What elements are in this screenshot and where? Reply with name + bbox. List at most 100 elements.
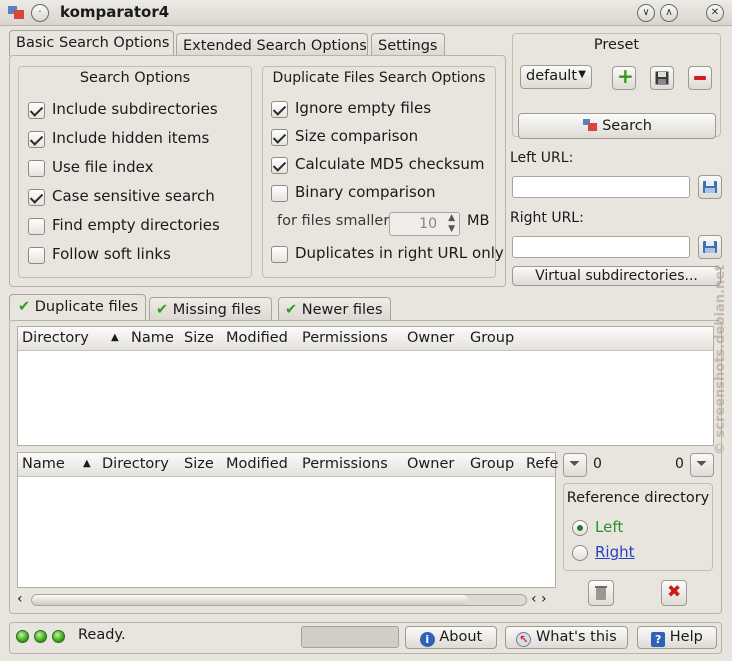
status-led-2 [34, 630, 47, 643]
case-sensitive-label: Case sensitive search [52, 187, 215, 205]
sort-ascending-icon: ▲ [111, 332, 119, 343]
spin-arrows-icon[interactable]: ▲ ▼ [448, 213, 455, 235]
column-header[interactable]: Permissions [302, 330, 388, 346]
dup-right-only-checkbox[interactable] [271, 246, 288, 263]
reference-right-radio[interactable] [572, 545, 588, 561]
files-smaller-label: for files smaller [277, 213, 390, 229]
column-header[interactable]: Size [184, 330, 214, 346]
column-header[interactable]: Size [184, 456, 214, 472]
left-url-input[interactable] [512, 176, 690, 198]
funnel-icon: ⏷ [569, 456, 581, 472]
include-subdirectories-checkbox[interactable] [28, 102, 45, 119]
column-header[interactable]: Group [470, 456, 514, 472]
find-empty-dirs-label: Find empty directories [52, 216, 220, 234]
files-smaller-unit: MB [467, 213, 490, 229]
window-menu-button[interactable]: · [31, 4, 49, 22]
virtual-subdirectories-button[interactable]: Virtual subdirectories... [512, 266, 721, 286]
tab-duplicate-files-label: Duplicate files [34, 299, 139, 315]
left-url-browse-button[interactable] [698, 175, 722, 199]
column-header[interactable]: Owner [407, 456, 454, 472]
save-preset-button[interactable] [650, 66, 674, 90]
trash-icon [595, 586, 607, 600]
reference-left-radio[interactable] [572, 520, 588, 536]
column-header[interactable]: Name [131, 330, 174, 346]
scroll-right-icon[interactable]: ‹ › [531, 591, 547, 607]
reference-right-label: Right [595, 543, 635, 561]
scroll-left-icon[interactable]: ‹ [17, 591, 23, 607]
filter-right-button[interactable]: ⏷ [690, 453, 714, 477]
upper-file-list[interactable]: Directory ▲ Name Size Modified Permissio… [17, 326, 714, 446]
status-led-1 [16, 630, 29, 643]
column-header[interactable]: Modified [226, 330, 288, 346]
tab-missing-files[interactable]: ✔ Missing files [149, 297, 272, 321]
case-sensitive-checkbox[interactable] [28, 189, 45, 206]
lower-list-header: Name ▲ Directory Size Modified Permissio… [18, 453, 558, 477]
add-preset-button[interactable]: + [612, 64, 636, 90]
help-icon: ? [651, 632, 666, 647]
save-icon [655, 71, 669, 85]
check-icon: ✔ [285, 302, 298, 318]
remove-preset-button[interactable] [688, 66, 712, 90]
filter-left-button[interactable]: ⏷ [563, 453, 587, 477]
tab-duplicate-files[interactable]: ✔ Duplicate files [9, 294, 146, 321]
column-header[interactable]: Owner [407, 330, 454, 346]
reference-directory-title: Reference directory [566, 490, 710, 506]
plus-icon: + [617, 64, 634, 88]
follow-soft-links-checkbox[interactable] [28, 247, 45, 264]
md5-label: Calculate MD5 checksum [295, 155, 485, 173]
right-url-label: Right URL: [510, 210, 584, 226]
column-header[interactable]: Directory [102, 456, 169, 472]
md5-checkbox[interactable] [271, 157, 288, 174]
upper-list-header: Directory ▲ Name Size Modified Permissio… [18, 327, 713, 351]
tab-basic-search[interactable]: Basic Search Options [9, 30, 174, 56]
tab-settings[interactable]: Settings [371, 33, 445, 57]
maximize-button[interactable]: ∧ [660, 4, 678, 22]
binary-comparison-label: Binary comparison [295, 183, 436, 201]
whats-this-icon: ↖ [516, 632, 532, 647]
find-empty-dirs-checkbox[interactable] [28, 218, 45, 235]
close-button[interactable]: ✕ [706, 4, 724, 22]
ignore-empty-label: Ignore empty files [295, 99, 432, 117]
right-url-input[interactable] [512, 236, 690, 258]
preset-select[interactable]: default ▼ [520, 65, 592, 89]
column-header[interactable]: Name [22, 456, 65, 472]
help-button[interactable]: ? Help [637, 626, 717, 649]
duplicate-options-title: Duplicate Files Search Options [272, 70, 486, 86]
about-label: About [439, 629, 483, 645]
include-hidden-checkbox[interactable] [28, 131, 45, 148]
delete-button[interactable]: ✖ [661, 580, 687, 606]
minimize-button[interactable]: ∨ [637, 4, 655, 22]
lower-file-list[interactable]: Name ▲ Directory Size Modified Permissio… [17, 452, 558, 588]
status-text: Ready. [78, 627, 126, 643]
horizontal-scrollbar[interactable]: ‹ ‹ › [17, 591, 556, 609]
column-header[interactable]: Permissions [302, 456, 388, 472]
check-icon: ✔ [18, 299, 31, 315]
about-button[interactable]: i About [405, 626, 497, 649]
column-header[interactable]: Refe [526, 456, 558, 472]
title-bar: · komparator4 ∨ ∧ ✕ [0, 0, 732, 26]
use-file-index-checkbox[interactable] [28, 160, 45, 177]
red-x-icon: ✖ [667, 582, 682, 602]
tab-extended-search[interactable]: Extended Search Options [176, 33, 368, 57]
whats-this-label: What's this [535, 629, 617, 645]
tab-newer-files-label: Newer files [301, 302, 383, 318]
preset-selected: default [526, 68, 578, 84]
search-button[interactable]: Search [518, 113, 716, 139]
binary-comparison-checkbox[interactable] [271, 185, 288, 202]
size-comparison-checkbox[interactable] [271, 129, 288, 146]
ignore-empty-checkbox[interactable] [271, 101, 288, 118]
window-title: komparator4 [60, 3, 170, 21]
whats-this-button[interactable]: ↖ What's this [505, 626, 628, 649]
files-smaller-spinbox[interactable]: 10 ▲ ▼ [389, 212, 460, 236]
include-subdirectories-label: Include subdirectories [52, 100, 218, 118]
column-header[interactable]: Directory [22, 330, 89, 346]
column-header[interactable]: Modified [226, 456, 288, 472]
trash-button[interactable] [588, 580, 614, 606]
tab-newer-files[interactable]: ✔ Newer files [278, 297, 391, 321]
preset-title: Preset [593, 37, 640, 53]
scrollbar-thumb[interactable] [32, 595, 468, 605]
size-comparison-label: Size comparison [295, 127, 419, 145]
info-icon: i [419, 632, 435, 647]
column-header[interactable]: Group [470, 330, 514, 346]
watermark: © screenshots.debian.net [713, 264, 728, 455]
